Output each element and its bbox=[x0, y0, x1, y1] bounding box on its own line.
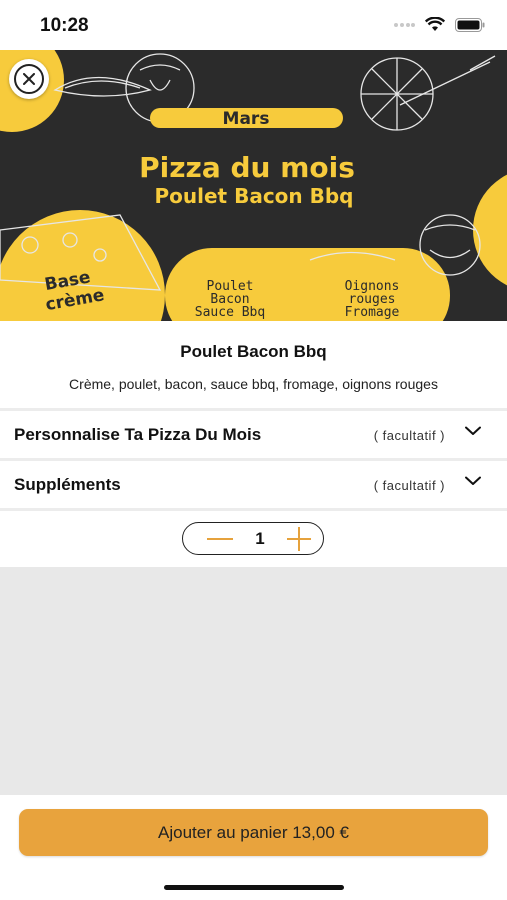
chevron-down-icon bbox=[465, 476, 481, 485]
home-indicator bbox=[164, 885, 344, 890]
promo-pizza-name: Poulet Bacon Bbq bbox=[155, 184, 354, 208]
decrement-button[interactable] bbox=[207, 537, 233, 540]
promo-banner: Mars Pizza du mois Poulet Bacon Bbq Base… bbox=[0, 50, 507, 321]
product-title: Poulet Bacon Bbq bbox=[180, 342, 327, 361]
signal-icon bbox=[394, 22, 415, 27]
option-optional-tag: ( facultatif ) bbox=[373, 477, 445, 493]
close-button[interactable] bbox=[9, 59, 49, 99]
option-optional-tag: ( facultatif ) bbox=[373, 427, 445, 443]
divider bbox=[0, 408, 507, 411]
empty-content-area bbox=[0, 567, 507, 795]
close-icon bbox=[14, 64, 44, 94]
promo-illustration: Mars Pizza du mois Poulet Bacon Bbq Base… bbox=[0, 50, 507, 321]
option-customize-pizza[interactable]: Personnalise Ta Pizza Du Mois ( facultat… bbox=[0, 412, 507, 458]
divider bbox=[0, 508, 507, 511]
option-supplements[interactable]: Suppléments ( facultatif ) bbox=[0, 462, 507, 508]
chevron-down-icon bbox=[465, 426, 481, 435]
option-label: Personnalise Ta Pizza Du Mois bbox=[14, 425, 262, 444]
status-bar: 10:28 bbox=[0, 0, 507, 50]
month-label: Mars bbox=[223, 109, 270, 129]
increment-button[interactable] bbox=[287, 526, 311, 551]
decor-blob bbox=[473, 174, 507, 286]
ingredient: Fromage bbox=[345, 305, 400, 320]
promo-headline: Pizza du mois bbox=[139, 151, 355, 184]
option-label: Suppléments bbox=[14, 475, 121, 494]
quantity-stepper: 1 bbox=[182, 522, 324, 555]
status-time: 10:28 bbox=[40, 15, 89, 36]
divider bbox=[0, 458, 507, 461]
add-to-cart-button[interactable]: Ajouter au panier 13,00 € bbox=[19, 809, 488, 856]
quantity-value: 1 bbox=[255, 528, 265, 548]
wifi-icon bbox=[425, 17, 445, 31]
status-icons bbox=[393, 17, 485, 32]
product-description: Crème, poulet, bacon, sauce bbq, fromage… bbox=[69, 376, 438, 392]
battery-icon bbox=[455, 17, 485, 32]
ingredient: Sauce Bbq bbox=[195, 305, 265, 320]
